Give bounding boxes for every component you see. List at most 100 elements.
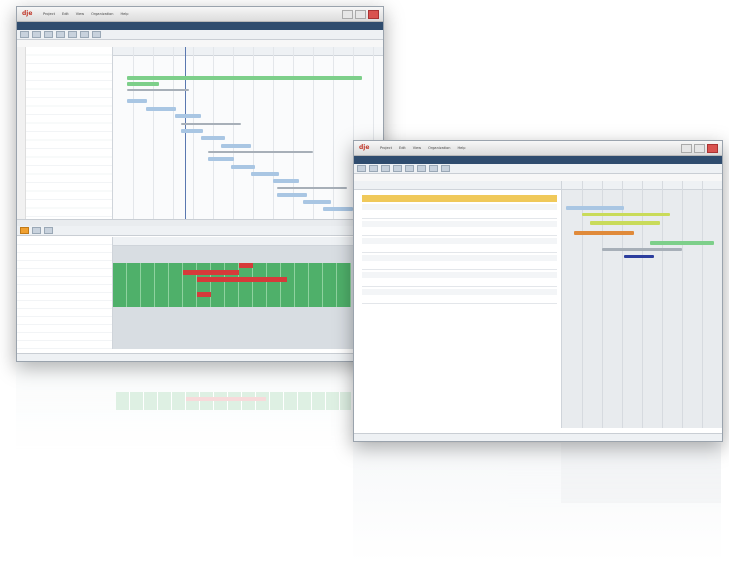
summary-row[interactable] — [362, 195, 557, 202]
task-row[interactable] — [362, 280, 557, 287]
summary-bar[interactable] — [127, 76, 362, 80]
task-bar[interactable] — [251, 172, 279, 176]
nav-bar — [354, 156, 722, 164]
task-row[interactable] — [362, 263, 557, 270]
app-logo-icon: dje — [22, 10, 33, 17]
close-button[interactable] — [368, 10, 379, 19]
menu-item-organization[interactable]: Organization — [428, 146, 450, 150]
menu-item-help[interactable]: Help — [120, 12, 128, 16]
menu-item-organization[interactable]: Organization — [91, 12, 113, 16]
nav-bar — [17, 22, 383, 30]
resource-toolbar — [17, 226, 383, 236]
title-bar: dje Project Edit View Organization Help — [354, 141, 722, 156]
task-row[interactable] — [362, 272, 557, 278]
task-bar[interactable] — [231, 165, 255, 169]
minimize-button[interactable] — [681, 144, 692, 153]
task-bar[interactable] — [221, 144, 251, 148]
task-bar[interactable] — [181, 123, 241, 125]
right-window: dje Project Edit View Organization Help — [353, 140, 723, 442]
task-row[interactable] — [362, 289, 557, 295]
task-row[interactable] — [362, 221, 557, 227]
toolbar-button[interactable] — [369, 165, 378, 172]
task-bar[interactable] — [602, 248, 682, 251]
resource-usage-grid — [113, 237, 383, 349]
task-bar[interactable] — [624, 255, 654, 258]
gantt-chart — [562, 181, 722, 428]
overallocation-cell — [239, 263, 253, 268]
overallocation-cell — [197, 292, 211, 297]
toolbar-button[interactable] — [32, 31, 41, 38]
task-bar[interactable] — [574, 231, 634, 235]
menu-item-edit[interactable]: Edit — [399, 146, 406, 150]
toolbar-button[interactable] — [357, 165, 366, 172]
window-controls — [342, 10, 379, 19]
status-bar — [17, 353, 383, 361]
task-bar[interactable] — [277, 193, 307, 197]
task-row[interactable] — [362, 229, 557, 236]
task-row[interactable] — [362, 255, 557, 261]
task-bar[interactable] — [303, 200, 331, 204]
task-bar[interactable] — [323, 207, 353, 211]
window-controls — [681, 144, 718, 153]
toolbar-button[interactable] — [20, 227, 29, 234]
task-table — [354, 181, 562, 428]
menu-item-view[interactable]: View — [413, 146, 421, 150]
task-row[interactable] — [362, 246, 557, 253]
menu-item-view[interactable]: View — [76, 12, 84, 16]
toolbar-button[interactable] — [32, 227, 41, 234]
task-table — [17, 47, 113, 219]
menu-bar: Project Edit View Organization Help — [43, 12, 128, 16]
task-bar[interactable] — [650, 241, 714, 245]
toolbar-button[interactable] — [441, 165, 450, 172]
task-row[interactable] — [362, 204, 557, 210]
toolbar-button[interactable] — [80, 31, 89, 38]
task-bar[interactable] — [181, 129, 203, 133]
task-bar[interactable] — [175, 114, 201, 118]
task-bar[interactable] — [566, 206, 624, 210]
toolbar-button[interactable] — [429, 165, 438, 172]
right-window-reflection — [353, 443, 721, 563]
task-bar[interactable] — [208, 151, 313, 153]
toolbar-button[interactable] — [405, 165, 414, 172]
overallocation-cell — [183, 270, 239, 275]
task-bar[interactable] — [208, 157, 234, 161]
task-row[interactable] — [362, 212, 557, 219]
toolbar-button[interactable] — [381, 165, 390, 172]
task-bar[interactable] — [277, 187, 347, 189]
task-bar[interactable] — [127, 89, 189, 91]
task-row[interactable] — [362, 238, 557, 244]
resource-table — [17, 237, 113, 349]
task-row[interactable] — [362, 297, 557, 304]
task-bar[interactable] — [582, 213, 670, 216]
app-logo-icon: dje — [359, 144, 370, 151]
toolbar-button[interactable] — [68, 31, 77, 38]
task-bar[interactable] — [201, 136, 225, 140]
left-window: dje Project Edit View Organization Help — [16, 6, 384, 362]
menu-item-edit[interactable]: Edit — [62, 12, 69, 16]
task-bar[interactable] — [590, 221, 660, 225]
menu-item-project[interactable]: Project — [380, 146, 392, 150]
maximize-button[interactable] — [694, 144, 705, 153]
task-bar[interactable] — [127, 82, 159, 86]
task-bar[interactable] — [273, 179, 299, 183]
task-bar[interactable] — [127, 99, 147, 103]
close-button[interactable] — [707, 144, 718, 153]
minimize-button[interactable] — [342, 10, 353, 19]
status-bar — [354, 433, 722, 441]
toolbar-button[interactable] — [393, 165, 402, 172]
toolbar-button[interactable] — [417, 165, 426, 172]
toolbar — [17, 30, 383, 40]
gantt-chart — [113, 47, 383, 219]
toolbar-button[interactable] — [44, 227, 53, 234]
toolbar-button[interactable] — [56, 31, 65, 38]
toolbar-button[interactable] — [44, 31, 53, 38]
toolbar-button[interactable] — [20, 31, 29, 38]
left-window-reflection — [16, 362, 382, 452]
menu-item-help[interactable]: Help — [457, 146, 465, 150]
overallocation-cell — [197, 277, 287, 282]
task-bar[interactable] — [146, 107, 176, 111]
toolbar-button[interactable] — [92, 31, 101, 38]
menu-item-project[interactable]: Project — [43, 12, 55, 16]
menu-bar: Project Edit View Organization Help — [380, 146, 465, 150]
maximize-button[interactable] — [355, 10, 366, 19]
